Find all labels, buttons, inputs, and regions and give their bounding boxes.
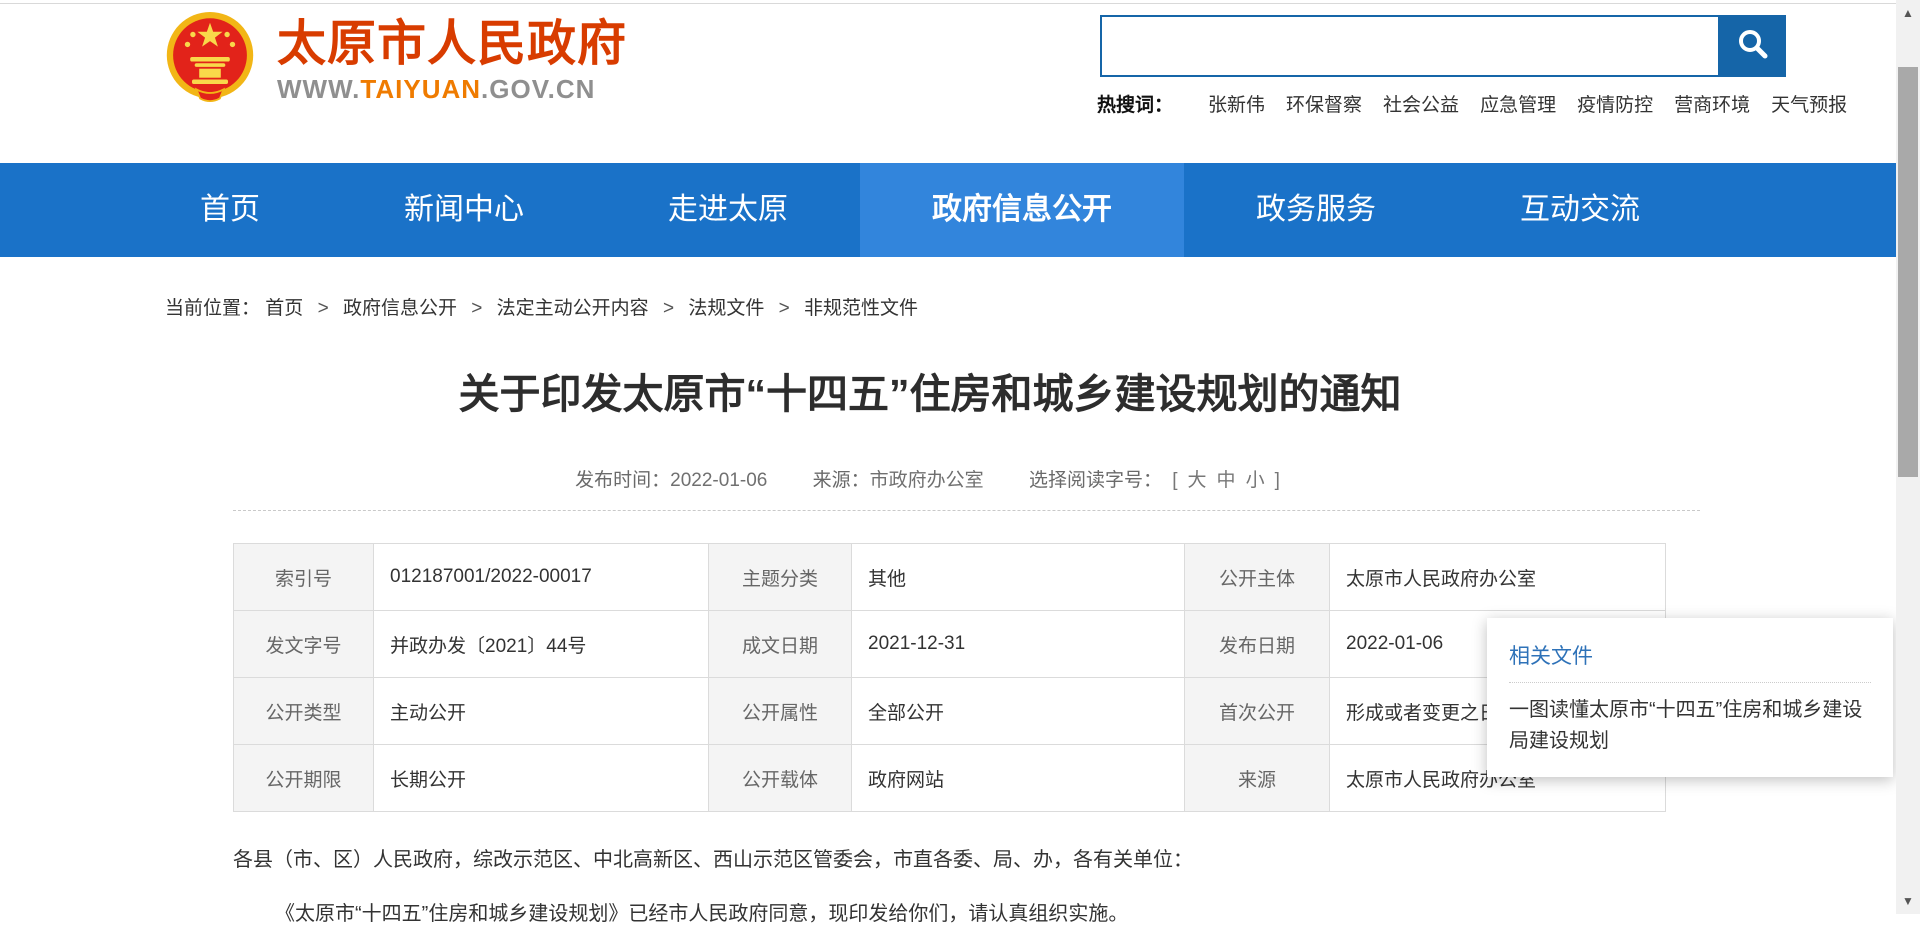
written-date-label: 成文日期	[709, 611, 852, 678]
font-size-label: 选择阅读字号：	[1029, 470, 1162, 491]
breadcrumb-statutory-disclosure[interactable]: 法定主动公开内容	[497, 298, 649, 319]
related-file-link[interactable]: 一图读懂太原市“十四五”住房和城乡建设局建设规划	[1509, 695, 1871, 757]
search-button[interactable]	[1720, 15, 1786, 77]
hot-word-link[interactable]: 张新伟	[1208, 90, 1265, 117]
breadcrumb-home[interactable]: 首页	[265, 298, 303, 319]
nav-item-interaction[interactable]: 互动交流	[1448, 163, 1712, 257]
search-input[interactable]	[1102, 17, 1718, 75]
disclosure-period-value: 长期公开	[374, 745, 709, 812]
nav-item-about-taiyuan[interactable]: 走进太原	[596, 163, 860, 257]
hot-word-link[interactable]: 天气预报	[1771, 90, 1847, 117]
table-row: 公开类型 主动公开 公开属性 全部公开 首次公开 形成或者变更之日	[234, 678, 1666, 745]
search-icon	[1736, 28, 1770, 65]
article-meta: 发布时间：2022-01-06 来源：市政府办公室 选择阅读字号： [大中小]	[165, 465, 1695, 492]
section-divider	[233, 510, 1700, 511]
related-files-popup: 相关文件 一图读懂太原市“十四五”住房和城乡建设局建设规划	[1487, 618, 1893, 777]
disclosure-period-label: 公开期限	[234, 745, 374, 812]
table-row: 发文字号 并政办发〔2021〕44号 成文日期 2021-12-31 发布日期 …	[234, 611, 1666, 678]
disclosure-subject-label: 公开主体	[1185, 544, 1330, 611]
hot-search-label: 热搜词：	[1097, 90, 1173, 117]
font-size-small-button[interactable]: 小	[1246, 470, 1265, 491]
breadcrumb: 当前位置： 首页 > 政府信息公开 > 法定主动公开内容 > 法规文件 > 非规…	[165, 293, 918, 320]
index-number-label: 索引号	[234, 544, 374, 611]
disclosure-carrier-label: 公开载体	[709, 745, 852, 812]
hot-word-link[interactable]: 疫情防控	[1577, 90, 1653, 117]
nav-item-gov-info-disclosure[interactable]: 政府信息公开	[860, 163, 1184, 257]
breadcrumb-regulation-files[interactable]: 法规文件	[688, 298, 764, 319]
first-disclosure-label: 首次公开	[1185, 678, 1330, 745]
written-date-value: 2021-12-31	[852, 611, 1185, 678]
publish-time-label: 发布时间：	[575, 470, 670, 491]
hot-word-link[interactable]: 社会公益	[1383, 90, 1459, 117]
nav-item-gov-services[interactable]: 政务服务	[1184, 163, 1448, 257]
disclosure-attribute-value: 全部公开	[852, 678, 1185, 745]
site-logo[interactable]: 太原市人民政府 WWW.TAIYUAN.GOV.CN	[165, 10, 627, 109]
disclosure-carrier-value: 政府网站	[852, 745, 1185, 812]
hot-word-link[interactable]: 环保督察	[1286, 90, 1362, 117]
disclosure-subject-value: 太原市人民政府办公室	[1330, 544, 1666, 611]
popup-divider	[1509, 682, 1871, 683]
table-row: 索引号 012187001/2022-00017 主题分类 其他 公开主体 太原…	[234, 544, 1666, 611]
hot-word-link[interactable]: 营商环境	[1674, 90, 1750, 117]
table-row: 公开期限 长期公开 公开载体 政府网站 来源 太原市人民政府办公室	[234, 745, 1666, 812]
scroll-up-icon[interactable]: ▲	[1896, 2, 1920, 24]
publish-time-value: 2022-01-06	[670, 470, 767, 491]
disclosure-attribute-label: 公开属性	[709, 678, 852, 745]
breadcrumb-label: 当前位置：	[165, 298, 260, 319]
search-box	[1100, 15, 1720, 77]
document-info-table: 索引号 012187001/2022-00017 主题分类 其他 公开主体 太原…	[233, 543, 1666, 812]
related-files-title: 相关文件	[1509, 640, 1871, 670]
source-label: 来源：	[813, 470, 870, 491]
hot-search-bar: 热搜词： 张新伟 环保督察 社会公益 应急管理 疫情防控 营商环境 天气预报	[1097, 90, 1847, 117]
topic-category-value: 其他	[852, 544, 1185, 611]
article-paragraph: 各县（市、区）人民政府，综改示范区、中北高新区、西山示范区管委会，市直各委、局、…	[233, 843, 1673, 872]
national-emblem-icon	[165, 10, 255, 109]
font-size-medium-button[interactable]: 中	[1217, 470, 1236, 491]
document-number-value: 并政办发〔2021〕44号	[374, 611, 709, 678]
document-number-label: 发文字号	[234, 611, 374, 678]
source-row-label: 来源	[1185, 745, 1330, 812]
nav-item-news[interactable]: 新闻中心	[332, 163, 596, 257]
source-value: 市政府办公室	[870, 470, 984, 491]
nav-item-home[interactable]: 首页	[128, 163, 332, 257]
site-url: WWW.TAIYUAN.GOV.CN	[277, 74, 627, 105]
index-number-value: 012187001/2022-00017	[374, 544, 709, 611]
article-paragraph: 《太原市“十四五”住房和城乡建设规划》已经市人民政府同意，现印发给你们，请认真组…	[233, 897, 1673, 926]
font-size-large-button[interactable]: 大	[1188, 470, 1207, 491]
disclosure-type-label: 公开类型	[234, 678, 374, 745]
main-nav: 首页 新闻中心 走进太原 政府信息公开 政务服务 互动交流	[0, 163, 1920, 257]
hot-word-link[interactable]: 应急管理	[1480, 90, 1556, 117]
breadcrumb-non-normative-files[interactable]: 非规范性文件	[804, 298, 918, 319]
breadcrumb-gov-info[interactable]: 政府信息公开	[343, 298, 457, 319]
topic-category-label: 主题分类	[709, 544, 852, 611]
site-name: 太原市人民政府	[277, 16, 627, 72]
page-top-divider	[0, 3, 1920, 4]
scrollbar[interactable]: ▲ ▼	[1896, 0, 1920, 914]
scroll-down-icon[interactable]: ▼	[1896, 890, 1920, 912]
page-title: 关于印发太原市“十四五”住房和城乡建设规划的通知	[165, 360, 1695, 420]
disclosure-type-value: 主动公开	[374, 678, 709, 745]
publish-date-label: 发布日期	[1185, 611, 1330, 678]
scrollbar-thumb[interactable]	[1898, 67, 1918, 477]
